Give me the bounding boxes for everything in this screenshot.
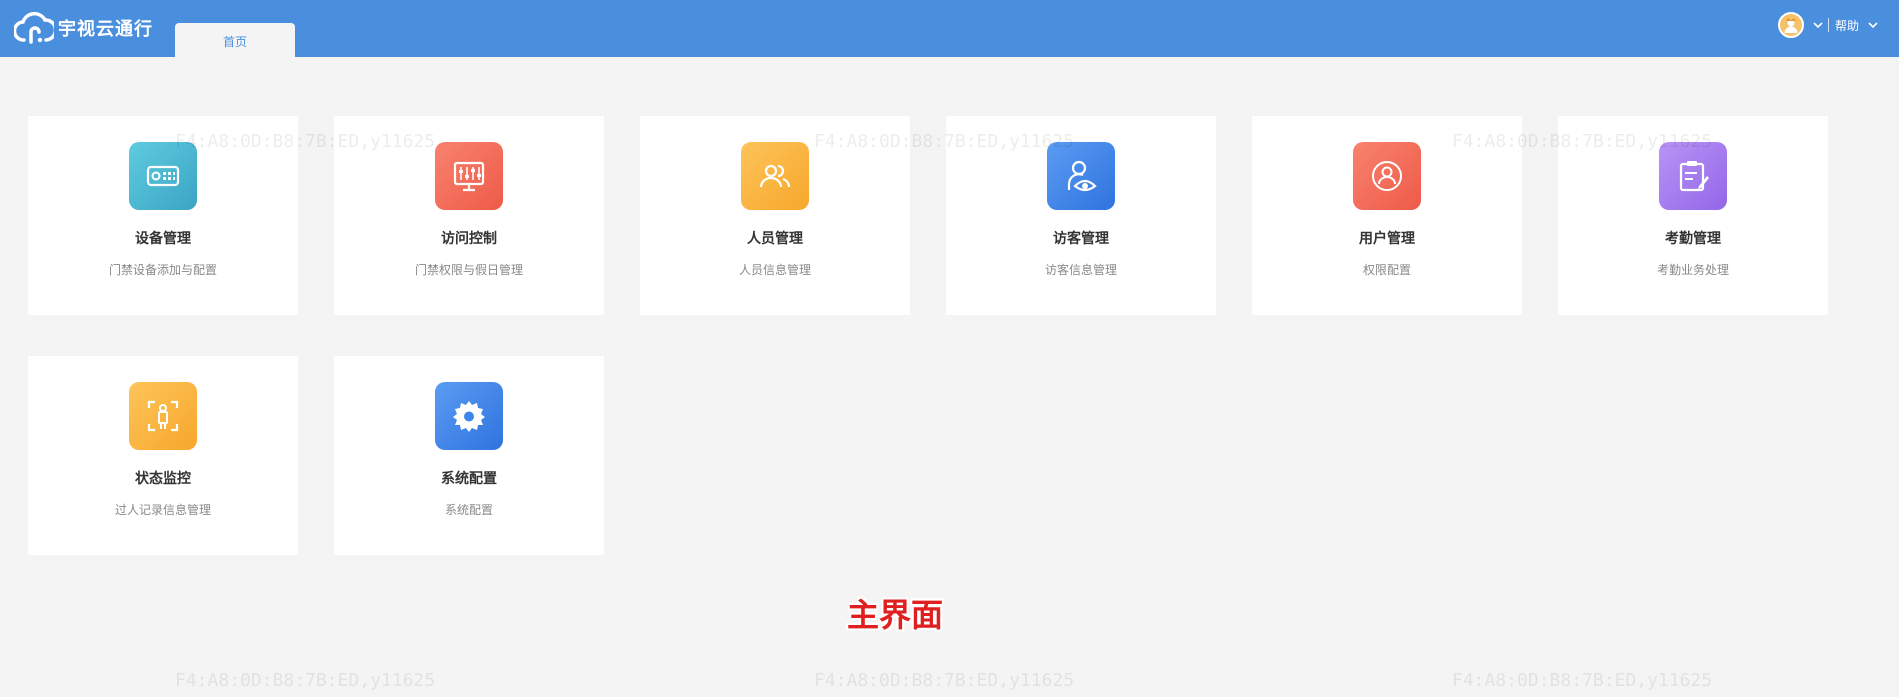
module-title: 状态监控	[135, 471, 191, 487]
watermark: F4:A8:0D:B8:7B:ED,y11625	[1452, 131, 1713, 152]
device-icon	[129, 142, 197, 210]
module-title: 访问控制	[441, 231, 497, 247]
watermark: F4:A8:0D:B8:7B:ED,y11625	[814, 670, 1075, 691]
header-divider	[1827, 18, 1829, 32]
attendance-icon	[1659, 142, 1727, 210]
people-icon	[741, 142, 809, 210]
watermark: F4:A8:0D:B8:7B:ED,y11625	[175, 131, 436, 152]
settings-gear-icon	[435, 382, 503, 450]
brand-name: 宇视云通行	[58, 19, 153, 40]
access-control-icon	[435, 142, 503, 210]
module-title: 访客管理	[1053, 231, 1109, 247]
watermark: F4:A8:0D:B8:7B:ED,y11625	[1452, 670, 1713, 691]
module-title: 人员管理	[747, 231, 803, 247]
module-card-system-config[interactable]: 系统配置 系统配置	[334, 356, 604, 555]
module-desc: 考勤业务处理	[1656, 263, 1729, 277]
module-card-status-monitor[interactable]: 状态监控 过人记录信息管理	[28, 356, 298, 555]
module-title: 系统配置	[441, 471, 497, 487]
module-desc: 人员信息管理	[738, 263, 811, 277]
module-desc: 权限配置	[1362, 263, 1411, 277]
help-menu-label[interactable]: 帮助	[1835, 17, 1859, 34]
cloud-logo-icon	[14, 11, 54, 44]
brand[interactable]: 宇视云通行	[14, 10, 153, 46]
overlay-caption: 主界面	[846, 596, 943, 634]
user-area: 帮助	[1777, 12, 1879, 38]
top-bar: 宇视云通行 首页 帮助	[0, 0, 1899, 57]
avatar-face-icon	[1784, 18, 1798, 33]
module-title: 考勤管理	[1665, 231, 1721, 247]
module-desc: 系统配置	[444, 503, 493, 517]
module-desc: 过人记录信息管理	[114, 503, 211, 517]
module-desc: 访客信息管理	[1044, 263, 1117, 277]
module-desc: 门禁设备添加与配置	[108, 263, 217, 277]
watermark: F4:A8:0D:B8:7B:ED,y11625	[175, 670, 436, 691]
module-title: 设备管理	[135, 231, 191, 247]
user-menu-chevron-down-icon[interactable]	[1812, 19, 1824, 31]
help-menu-chevron-down-icon[interactable]	[1867, 19, 1879, 31]
module-desc: 门禁权限与假日管理	[414, 263, 523, 277]
user-avatar-icon[interactable]	[1777, 12, 1804, 38]
status-monitor-icon	[129, 382, 197, 450]
watermark: F4:A8:0D:B8:7B:ED,y11625	[814, 131, 1075, 152]
visitor-icon	[1047, 142, 1115, 210]
module-title: 用户管理	[1359, 231, 1415, 247]
tab-home[interactable]: 首页	[175, 23, 295, 57]
user-icon	[1353, 142, 1421, 210]
